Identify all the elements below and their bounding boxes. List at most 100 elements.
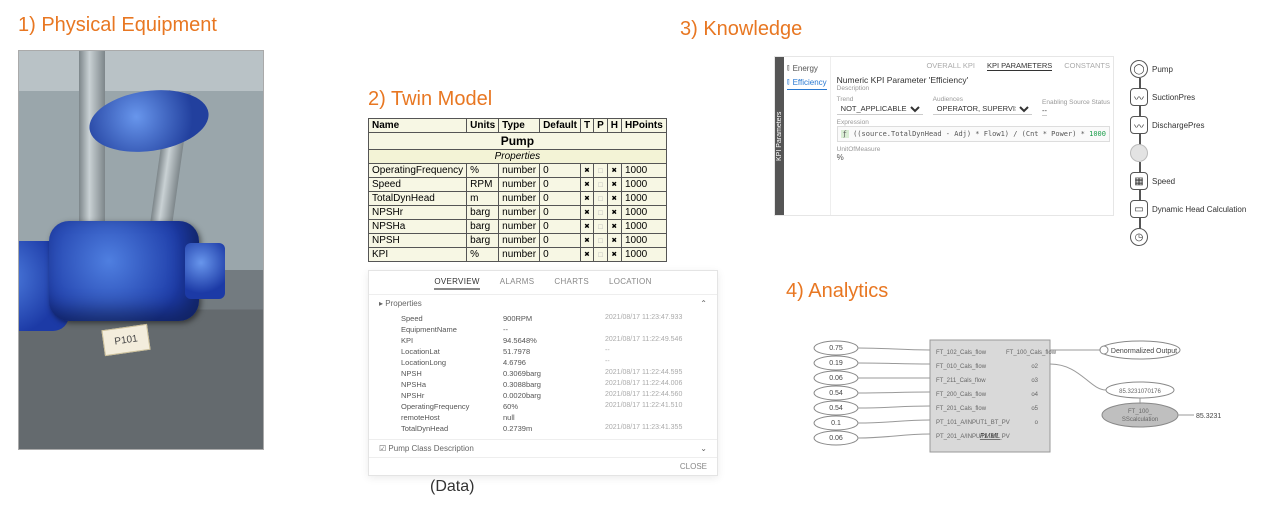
prop-timestamp: -- <box>605 347 707 356</box>
wire <box>858 363 930 364</box>
tab-location[interactable]: LOCATION <box>609 277 652 290</box>
sidebar-item-energy[interactable]: ⫾Energy <box>787 61 827 75</box>
graph-node[interactable]: ▦Speed <box>1130 172 1250 190</box>
checkbox-icon <box>598 250 603 260</box>
prop-key: TotalDynHead <box>401 424 503 433</box>
checkbox-icon <box>598 194 603 204</box>
data-caption: (Data) <box>430 478 474 496</box>
block-field: FT_010_Cals_flow <box>936 364 987 370</box>
tab-charts[interactable]: CHARTS <box>554 277 589 290</box>
collapse-icon[interactable]: ⌃ <box>700 299 707 308</box>
port-icon <box>1100 346 1108 354</box>
tab-constants[interactable]: CONSTANTS <box>1064 61 1110 71</box>
heading-twin: 2) Twin Model <box>368 88 492 111</box>
pump-properties-table: Pump Properties NameUnitsTypeDefaultTPHH… <box>368 118 667 262</box>
table-row: NPSHabargnumber01000 <box>369 220 667 234</box>
input-value: 0.06 <box>829 375 843 382</box>
bar-chart-icon: ⫾ <box>787 63 790 73</box>
graph-node[interactable]: 〰SuctionPres <box>1130 88 1250 106</box>
tab-kpi-parameters[interactable]: KPI PARAMETERS <box>987 61 1052 71</box>
checkbox-icon <box>612 194 617 204</box>
tab-overview[interactable]: OVERVIEW <box>434 277 479 290</box>
table-row: TotalDynHeadmnumber01000 <box>369 192 667 206</box>
properties-grid: Speed900RPM2021/08/17 11:23:47.933Equipm… <box>369 312 717 439</box>
node-icon: ◯ <box>1130 60 1148 78</box>
output-value: 85.3231070176 <box>1119 389 1161 395</box>
audiences-label: Audiences <box>933 96 1032 103</box>
expand-icon[interactable]: ⌄ <box>700 444 707 453</box>
block-field: FT_100_Cals_flow <box>1006 350 1057 356</box>
checkbox-icon <box>598 236 603 246</box>
col-default: Default <box>540 119 581 133</box>
prop-value: 51.7978 <box>503 347 605 356</box>
graph-node[interactable]: ◷ <box>1130 228 1250 246</box>
wire <box>1050 364 1106 390</box>
tab-overall-kpi[interactable]: OVERALL KPI <box>926 61 975 71</box>
prop-value: 0.3088barg <box>503 380 605 389</box>
knowledge-topnav: OVERALL KPI KPI PARAMETERS CONSTANTS <box>837 61 1110 71</box>
uom-value: % <box>837 153 844 162</box>
enabling-source-val: -- <box>1042 106 1047 116</box>
output-node[interactable] <box>1102 403 1178 427</box>
prop-key: Speed <box>401 314 503 323</box>
prop-value: null <box>503 413 605 422</box>
expression-box[interactable]: ƒ ((source.TotalDynHead - Adj) * Flow1) … <box>837 126 1110 142</box>
data-overview-panel: OVERVIEW ALARMS CHARTS LOCATION ▸ Propertie… <box>368 270 718 476</box>
prop-key: NPSHa <box>401 380 503 389</box>
class-description-header[interactable]: ☑ Pump Class Description <box>379 444 474 453</box>
tab-alarms[interactable]: ALARMS <box>500 277 535 290</box>
prop-key: OperatingFrequency <box>401 402 503 411</box>
expression-label: Expression <box>837 119 1110 126</box>
graph-node[interactable]: 〰DischargePres <box>1130 116 1250 134</box>
wire <box>858 348 930 350</box>
pump-table-title: Pump <box>369 133 667 150</box>
block-port: o2 <box>1031 364 1038 370</box>
graph-node[interactable] <box>1130 144 1250 162</box>
trend-select[interactable]: NOT_APPLICABLE <box>837 103 923 115</box>
knowledge-panel: KPI Parameters ⫾Energy⫾Efficiency OVERAL… <box>774 56 1114 216</box>
checkbox-icon <box>584 166 589 176</box>
col-units: Units <box>467 119 499 133</box>
input-value: 0.54 <box>829 390 843 397</box>
node-label: Speed <box>1152 177 1175 186</box>
sidebar-item-efficiency[interactable]: ⫾Efficiency <box>787 75 827 90</box>
prop-timestamp: 2021/08/17 11:22:44.560 <box>605 391 707 400</box>
prop-timestamp <box>605 325 707 334</box>
col-name: Name <box>369 119 467 133</box>
close-button[interactable]: CLOSE <box>680 462 707 471</box>
prop-value: 4.6796 <box>503 358 605 367</box>
wire <box>858 392 930 393</box>
wire <box>858 420 930 423</box>
checkbox-icon <box>584 250 589 260</box>
prop-timestamp: 2021/08/17 11:22:44.006 <box>605 380 707 389</box>
output-label: FT_100_ <box>1128 409 1153 415</box>
table-row: SpeedRPMnumber01000 <box>369 178 667 192</box>
input-value: 0.1 <box>831 420 841 427</box>
node-label: Dynamic Head Calculation <box>1152 205 1246 214</box>
audiences-select[interactable]: OPERATOR, SUPERVISOR, MANAGEMENT <box>933 103 1032 115</box>
graph-node[interactable]: ◯Pump <box>1130 60 1250 78</box>
prop-value: 94.5648% <box>503 336 605 345</box>
uom-label: UnitOfMeasure <box>837 146 1110 153</box>
input-value: 0.19 <box>829 360 843 367</box>
kpi-title-sub: Description <box>837 85 1110 92</box>
prop-value: 0.0020barg <box>503 391 605 400</box>
checkbox-icon <box>584 180 589 190</box>
graph-node[interactable]: ▭ Dynamic Head Calculation <box>1130 200 1250 218</box>
block-field: FT_102_Cals_flow <box>936 350 987 356</box>
enabling-source-label: Enabling Source Status <box>1042 99 1110 106</box>
col-p: P <box>594 119 608 133</box>
trend-label: Trend <box>837 96 923 103</box>
checkbox-icon <box>584 222 589 232</box>
properties-section-header[interactable]: ▸ Properties <box>379 299 422 308</box>
prop-value: -- <box>503 325 605 334</box>
checkbox-icon <box>612 250 617 260</box>
checkbox-icon <box>612 222 617 232</box>
output-label: Denormalized Output <box>1111 348 1177 355</box>
node-icon: 〰 <box>1130 88 1148 106</box>
prop-key: EquipmentName <box>401 325 503 334</box>
heading-analytics: 4) Analytics <box>786 280 888 303</box>
node-icon: ▭ <box>1130 200 1148 218</box>
kpi-title: Numeric KPI Parameter 'Efficiency' <box>837 75 969 85</box>
kpi-parameters-vtab[interactable]: KPI Parameters <box>775 57 784 215</box>
